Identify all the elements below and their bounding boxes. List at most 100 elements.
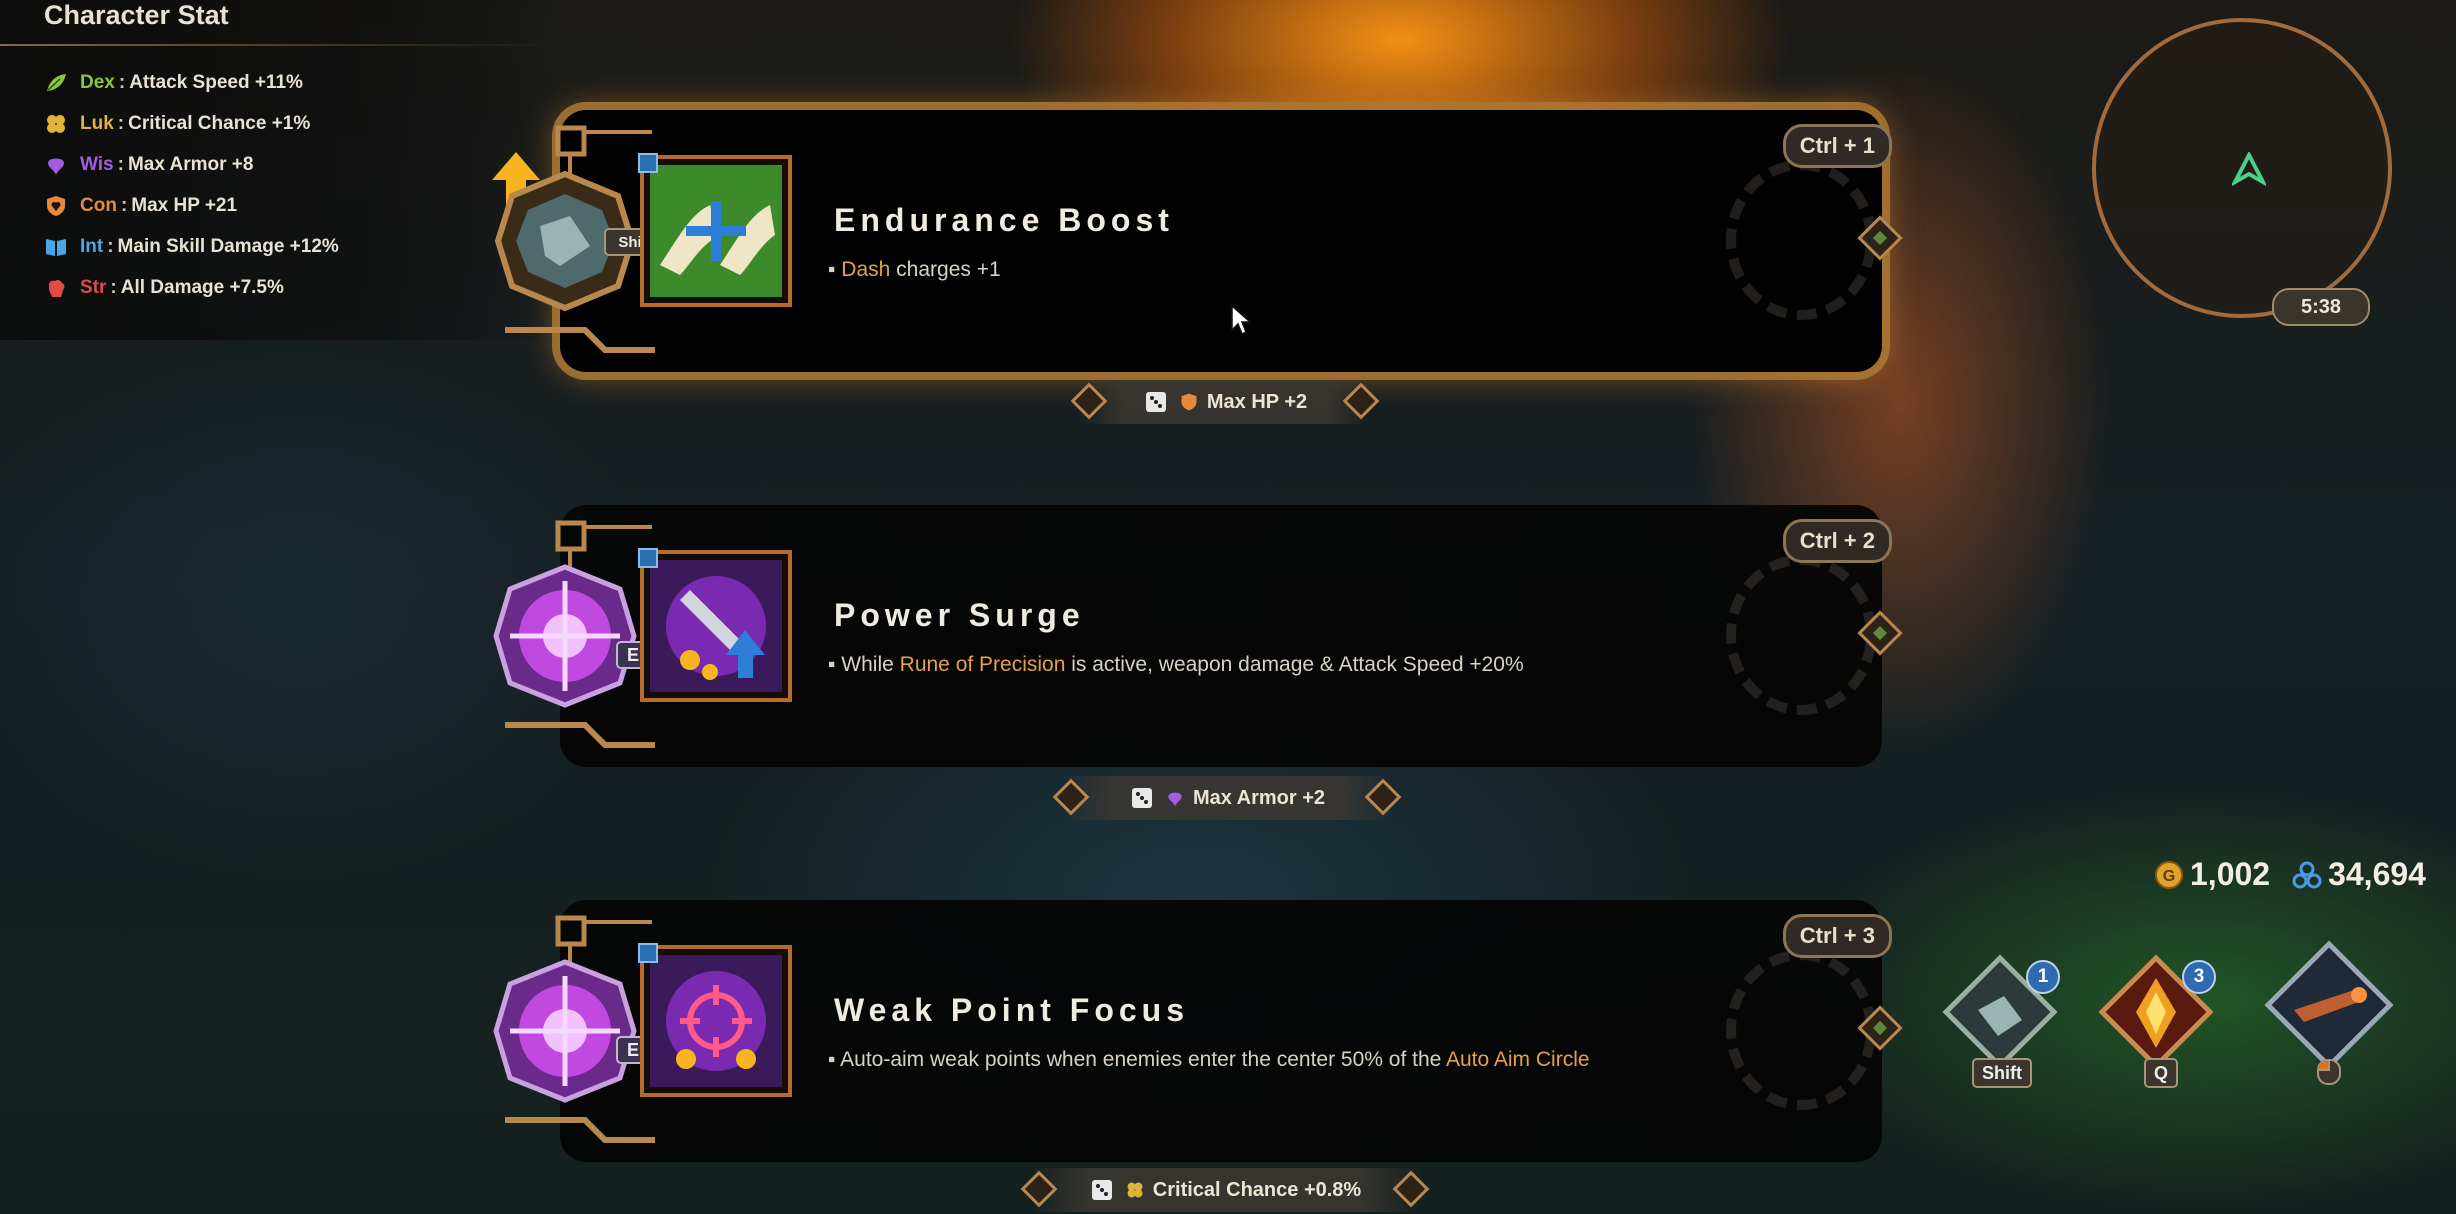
stat-abbr: Luk bbox=[80, 113, 114, 134]
shield-heart-icon bbox=[1181, 393, 1197, 411]
desc-highlight: Auto Aim Circle bbox=[1446, 1048, 1590, 1071]
upgrade-card-weak-point-focus[interactable]: E Weak Point Focus ▪ Auto-aim weak point… bbox=[493, 900, 1903, 1162]
desc-text: While bbox=[841, 653, 900, 676]
stat-separator: : bbox=[107, 236, 114, 257]
hotkey-badge: Ctrl + 2 bbox=[1782, 519, 1892, 563]
stat-row-dex: Dex : Attack Speed +11% bbox=[44, 68, 303, 98]
gold-coin-icon: G bbox=[2155, 860, 2183, 889]
corner-gem-icon bbox=[638, 943, 658, 963]
leaf-icon bbox=[47, 74, 66, 91]
run-timer: 5:38 bbox=[2272, 288, 2370, 326]
skill-key-badge: Q bbox=[2144, 1058, 2179, 1088]
card-title: Power Surge bbox=[834, 597, 1085, 633]
stat-effect: All Damage +7.5% bbox=[120, 277, 284, 298]
stat-separator: : bbox=[120, 195, 128, 216]
bullet: ▪ bbox=[828, 653, 836, 676]
character-stat-panel: Character Stat Dex : Attack Speed +11% L… bbox=[0, 0, 560, 340]
bonus-text: Critical Chance +0.8% bbox=[1152, 1178, 1362, 1201]
wisdom-icon bbox=[1168, 792, 1182, 807]
diamond-ornament-icon bbox=[1052, 778, 1090, 816]
stat-separator: : bbox=[117, 113, 125, 134]
gear-icon bbox=[1726, 950, 1876, 1110]
book-icon bbox=[46, 239, 66, 256]
crystal-amount: 34,694 bbox=[2328, 856, 2426, 892]
stat-effect: Max HP +21 bbox=[131, 195, 238, 216]
stat-abbr: Con bbox=[80, 195, 117, 216]
skill-icon-frame bbox=[638, 153, 792, 307]
desc-text: is active, weapon damage & Attack Speed … bbox=[1065, 653, 1524, 676]
dice-icon bbox=[1145, 392, 1166, 412]
diamond-ornament-icon bbox=[1392, 1170, 1430, 1208]
bracket-ornament bbox=[505, 1117, 655, 1143]
dice-icon bbox=[1131, 788, 1152, 808]
character-stat-title: Character Stat bbox=[44, 0, 229, 30]
clover-icon bbox=[1127, 1182, 1143, 1198]
diamond-ornament-icon bbox=[1342, 382, 1380, 420]
bullet: ▪ bbox=[828, 258, 836, 281]
desc-text: charges +1 bbox=[890, 258, 1001, 281]
upgrade-card-power-surge[interactable]: E Power Surge ▪ While Rune of Precision … bbox=[493, 505, 1903, 767]
stat-effect: Main Skill Damage +12% bbox=[117, 236, 339, 257]
hotkey-badge: Ctrl + 1 bbox=[1782, 124, 1892, 168]
stat-abbr: Str bbox=[80, 277, 107, 298]
skill-slot-weapon[interactable] bbox=[2264, 940, 2394, 1085]
crosshair-target-icon bbox=[650, 955, 782, 1087]
diamond-ornament-icon bbox=[1020, 1170, 1058, 1208]
gear-icon bbox=[1726, 555, 1876, 715]
bonus-stat-critical-chance: Critical Chance +0.8% bbox=[1020, 1168, 1430, 1212]
bonus-text: Max Armor +2 bbox=[1192, 786, 1326, 809]
card-description: ▪ While Rune of Precision is active, wea… bbox=[828, 653, 1524, 677]
card-description: ▪ Auto-aim weak points when enemies ente… bbox=[828, 1048, 1590, 1072]
weapon-icon bbox=[2264, 940, 2394, 1070]
corner-gem-icon bbox=[638, 153, 658, 173]
bracket-ornament bbox=[505, 327, 655, 353]
player-marker-icon bbox=[2232, 152, 2266, 186]
stat-effect: Critical Chance +1% bbox=[128, 113, 311, 134]
divider bbox=[0, 44, 560, 46]
gold-amount: 1,002 bbox=[2190, 856, 2271, 892]
desc-highlight: Dash bbox=[841, 258, 891, 281]
clover-icon bbox=[47, 115, 65, 133]
crystal-triad-icon bbox=[2292, 861, 2322, 888]
currency-display: G 1,002 34,694 bbox=[2154, 856, 2426, 893]
svg-text:G: G bbox=[2163, 868, 2175, 885]
card-description: ▪ Dash charges +1 bbox=[828, 258, 1001, 282]
skill-icon-frame bbox=[638, 943, 792, 1097]
skill-icon-frame bbox=[638, 548, 792, 702]
card-title: Weak Point Focus bbox=[834, 992, 1190, 1028]
bracket-ornament bbox=[505, 722, 655, 748]
winged-boots-icon bbox=[650, 165, 782, 297]
hotkey-badge: Ctrl + 3 bbox=[1782, 914, 1892, 958]
card-title: Endurance Boost bbox=[834, 202, 1174, 238]
diamond-ornament-icon bbox=[1364, 778, 1402, 816]
skill-charge-badge: 3 bbox=[2182, 960, 2216, 994]
stat-effect: Max Armor +8 bbox=[127, 154, 254, 175]
stat-row-luk: Luk : Critical Chance +1% bbox=[44, 109, 310, 139]
bonus-text: Max HP +2 bbox=[1206, 390, 1308, 413]
stat-separator: : bbox=[117, 154, 124, 175]
fist-icon bbox=[49, 279, 65, 297]
sword-surge-icon bbox=[650, 560, 782, 692]
diamond-ornament-icon bbox=[1070, 382, 1108, 420]
stat-abbr: Wis bbox=[80, 154, 114, 175]
stat-abbr: Dex bbox=[80, 72, 115, 93]
rune-gem-icon bbox=[493, 564, 637, 708]
stat-row-con: Con : Max HP +21 bbox=[44, 191, 237, 221]
bullet: ▪ bbox=[828, 1048, 836, 1071]
desc-text: Auto-aim weak points when enemies enter … bbox=[840, 1048, 1446, 1071]
gear-icon bbox=[1726, 160, 1876, 320]
stat-effect: Attack Speed +11% bbox=[129, 72, 303, 93]
mouse-click-icon bbox=[2317, 1059, 2341, 1085]
stat-abbr: Int bbox=[80, 236, 104, 257]
stat-row-wis: Wis : Max Armor +8 bbox=[44, 150, 253, 180]
upgrade-card-endurance-boost[interactable]: Shift Endurance Boost ▪ Dash charges +1 … bbox=[492, 110, 1903, 372]
wisdom-icon bbox=[48, 158, 64, 175]
skill-slot-q[interactable]: 3 Q bbox=[2096, 952, 2216, 1088]
shield-heart-icon bbox=[47, 196, 65, 216]
stat-separator: : bbox=[110, 277, 117, 298]
skill-slot-dash[interactable]: 1 Shift bbox=[1940, 952, 2060, 1088]
bonus-stat-max-hp: Max HP +2 bbox=[1070, 380, 1380, 424]
stat-separator: : bbox=[118, 72, 126, 93]
rune-gem-icon bbox=[493, 959, 637, 1103]
stat-row-int: Int : Main Skill Damage +12% bbox=[44, 232, 339, 262]
